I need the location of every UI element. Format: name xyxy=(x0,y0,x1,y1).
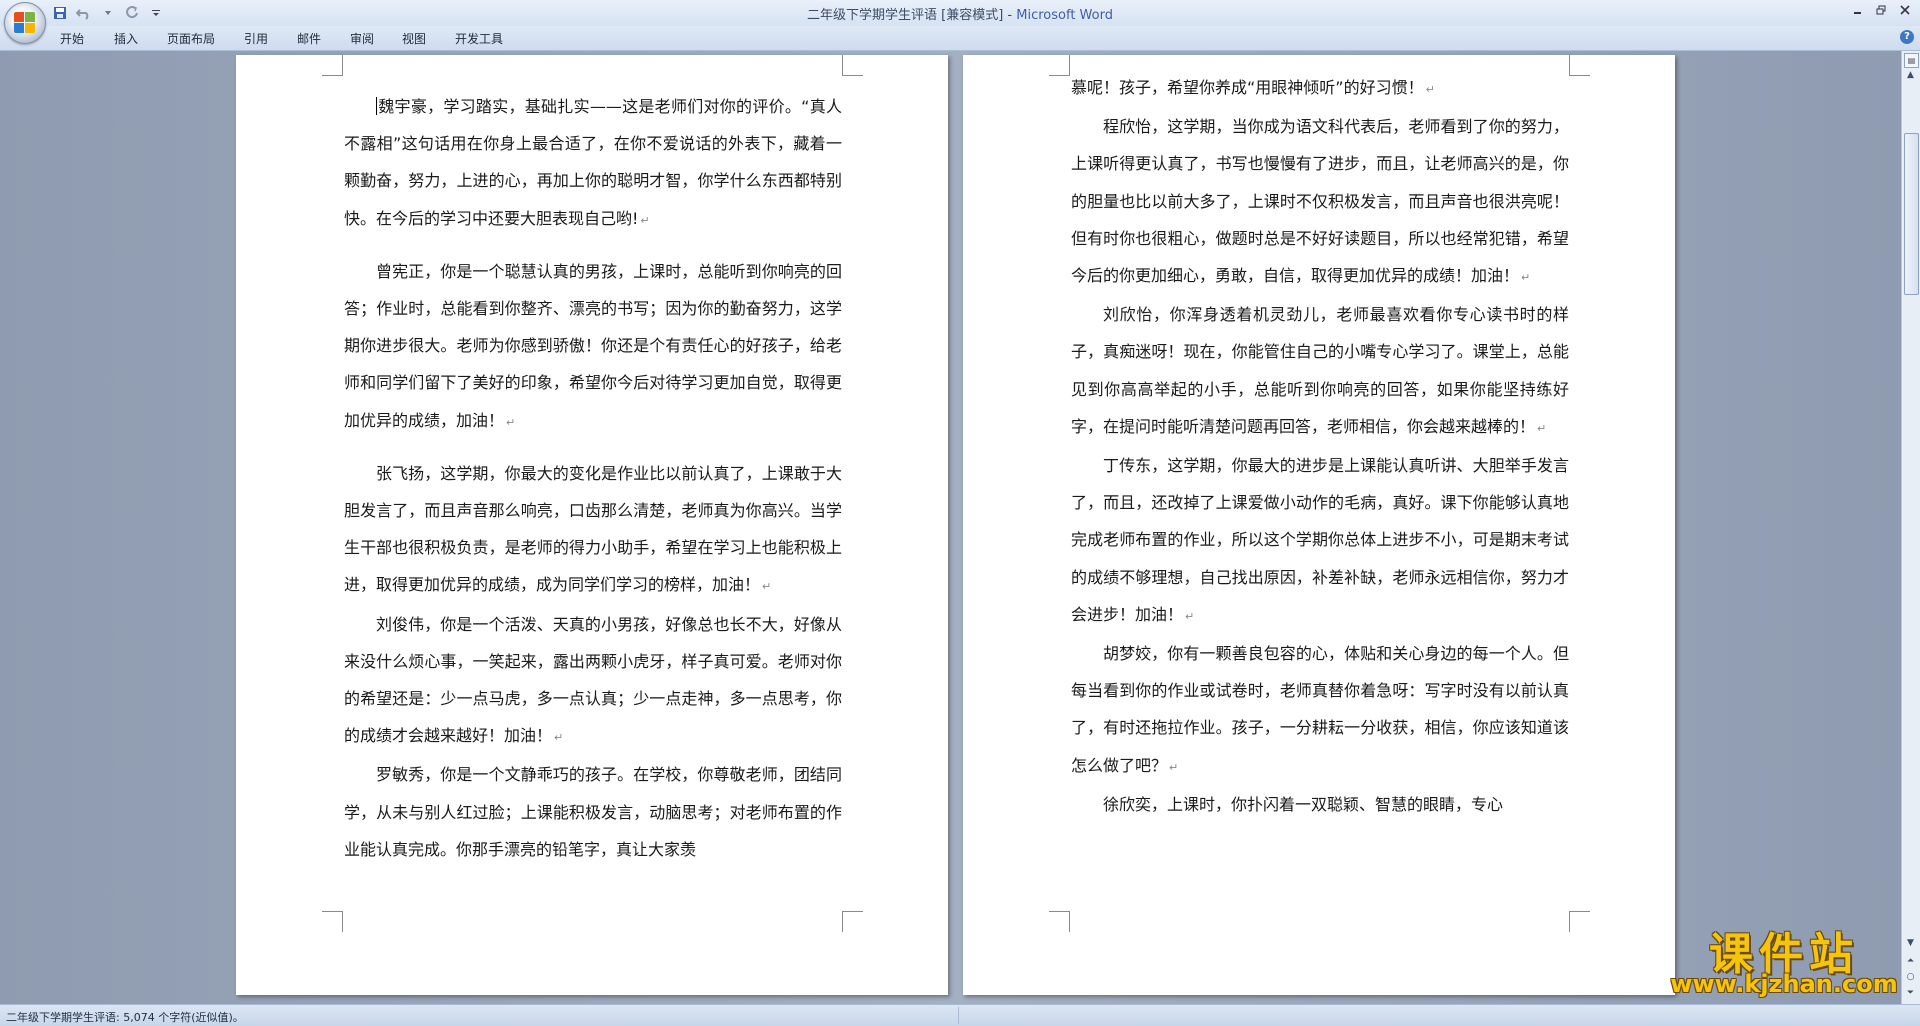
word-count-status[interactable]: 二年级下学期学生评语: 5,074 个字符(近似值)。 xyxy=(6,1009,244,1025)
ruler-toggle-icon[interactable]: ▤ xyxy=(1904,53,1919,68)
help-icon[interactable]: ? xyxy=(1900,30,1914,44)
tab-mailings[interactable]: 邮件 xyxy=(297,30,321,47)
tab-home[interactable]: 开始 xyxy=(60,30,84,47)
paragraph[interactable]: 魏宇豪，学习踏实，基础扎实——这是老师们对你的评价。“真人不露相”这句话用在你身… xyxy=(344,88,842,239)
paragraph[interactable]: 刘欣怡，你浑身透着机灵劲儿，老师最喜欢看你专心读书时的样子，真痴迷呀！现在，你能… xyxy=(1071,296,1569,447)
office-button[interactable] xyxy=(4,2,46,44)
restore-icon[interactable] xyxy=(1870,2,1892,18)
status-bar: 二年级下学期学生评语: 5,074 个字符(近似值)。 xyxy=(0,1004,1920,1026)
paragraph[interactable]: 程欣怡，这学期，当你成为语文科代表后，老师看到了你的努力，上课听得更认真了，书写… xyxy=(1071,108,1569,296)
title-bar: 二年级下学期学生评语 [兼容模式] - Microsoft Word xyxy=(0,0,1920,27)
tab-page-layout[interactable]: 页面布局 xyxy=(167,30,215,47)
next-page-icon[interactable]: ⏷ xyxy=(1904,987,1917,1000)
paragraph[interactable]: 丁传东，这学期，你最大的进步是上课能认真听讲、大胆举手发言了，而且，还改掉了上课… xyxy=(1071,447,1569,635)
vertical-scrollbar[interactable]: ▤ ▲ ▼ ⏶ ○ ⏷ xyxy=(1901,51,1920,1004)
window-controls xyxy=(1846,2,1916,18)
paragraph[interactable]: 曾宪正，你是一个聪慧认真的男孩，上课时，总能听到你响亮的回答；作业时，总能看到你… xyxy=(344,253,842,441)
document-area: 魏宇豪，学习踏实，基础扎实——这是老师们对你的评价。“真人不露相”这句话用在你身… xyxy=(0,51,1902,1004)
document-page-right[interactable]: 慕呢！孩子，希望你养成“用眼神倾听”的好习惯！ ↵ 程欣怡，这学期，当你成为语文科… xyxy=(963,55,1675,995)
document-title: 二年级下学期学生评语 [兼容模式] - xyxy=(807,8,1017,23)
tab-view[interactable]: 视图 xyxy=(402,30,426,47)
tab-review[interactable]: 审阅 xyxy=(350,30,374,47)
select-browse-object-icon[interactable]: ○ xyxy=(1904,971,1917,984)
tab-insert[interactable]: 插入 xyxy=(114,30,138,47)
ribbon-tabs: 开始 插入 页面布局 引用 邮件 审阅 视图 开发工具 ? xyxy=(0,26,1920,51)
paragraph[interactable]: 胡梦姣，你有一颗善良包容的心，体贴和关心身边的每一个人。但每当看到你的作业或试卷… xyxy=(1071,635,1569,786)
app-name: Microsoft Word xyxy=(1016,8,1113,23)
scroll-down-icon[interactable]: ▼ xyxy=(1904,937,1917,950)
office-logo-icon xyxy=(14,12,36,34)
paragraph[interactable]: 徐欣奕，上课时，你扑闪着一双聪颖、智慧的眼睛，专心 xyxy=(1071,786,1569,823)
close-icon[interactable] xyxy=(1894,2,1916,18)
previous-page-icon[interactable]: ⏶ xyxy=(1904,955,1917,968)
status-divider xyxy=(958,1007,959,1024)
right-page-text[interactable]: 慕呢！孩子，希望你养成“用眼神倾听”的好习惯！ ↵ 程欣怡，这学期，当你成为语文科… xyxy=(1071,69,1569,823)
watermark-logo: 课件站 www.kjzhan.com xyxy=(1668,918,1900,1002)
paragraph[interactable]: 刘俊伟，你是一个活泼、天真的小男孩，好像总也长不大，好像从来没什么烦心事，一笑起… xyxy=(344,606,842,757)
tab-references[interactable]: 引用 xyxy=(244,30,268,47)
paragraph[interactable]: 罗敏秀，你是一个文静乖巧的孩子。在学校，你尊敬老师，团结同学，从未与别人红过脸；… xyxy=(344,756,842,868)
minimize-icon[interactable] xyxy=(1846,2,1868,18)
paragraph[interactable]: 张飞扬，这学期，你最大的变化是作业比以前认真了，上课敢于大胆发言了，而且声音那么… xyxy=(344,455,842,606)
left-page-text[interactable]: 魏宇豪，学习踏实，基础扎实——这是老师们对你的评价。“真人不露相”这句话用在你身… xyxy=(344,88,842,868)
scroll-thumb[interactable] xyxy=(1904,133,1919,295)
scroll-up-icon[interactable]: ▲ xyxy=(1904,69,1917,82)
watermark-url: www.kjzhan.com xyxy=(1670,970,1898,998)
tab-developer[interactable]: 开发工具 xyxy=(455,30,503,47)
text-cursor xyxy=(376,97,377,115)
window-title: 二年级下学期学生评语 [兼容模式] - Microsoft Word xyxy=(0,4,1920,23)
document-page-left[interactable]: 魏宇豪，学习踏实，基础扎实——这是老师们对你的评价。“真人不露相”这句话用在你身… xyxy=(236,55,948,995)
paragraph[interactable]: 慕呢！孩子，希望你养成“用眼神倾听”的好习惯！ ↵ xyxy=(1071,69,1569,108)
